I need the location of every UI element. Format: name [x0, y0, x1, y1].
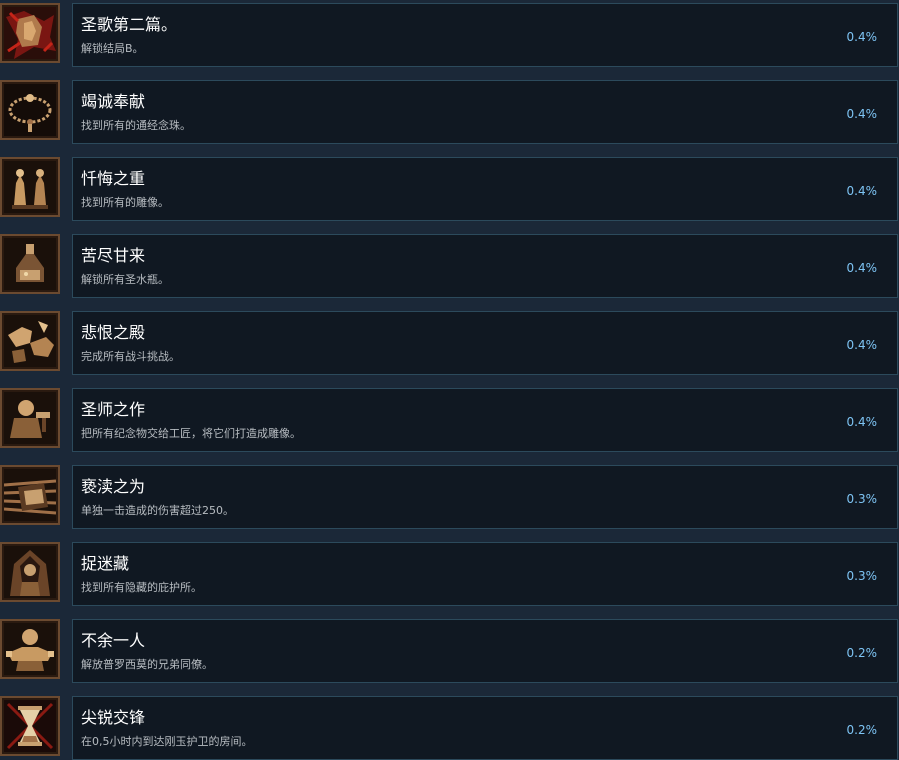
achievement-title: 竭诚奉献 — [81, 92, 146, 111]
achievement-description: 解放普罗西莫的兄弟同僚。 — [81, 658, 213, 671]
achievement-description: 解锁结局B。 — [81, 42, 144, 55]
achievement-description: 把所有纪念物交给工匠，将它们打造成雕像。 — [81, 427, 301, 440]
achievement-title: 圣师之作 — [81, 400, 146, 419]
achievement-row[interactable]: 竭诚奉献找到所有的通经念珠。 0.4% — [0, 77, 899, 144]
achievement-description: 找到所有的雕像。 — [81, 196, 169, 209]
achievement-row[interactable]: 悲恨之殿完成所有战斗挑战。 0.4% — [0, 308, 899, 375]
achievement-row[interactable]: 苦尽甘来解锁所有圣水瓶。 0.4% — [0, 231, 899, 298]
achievement-card: 捉迷藏找到所有隐藏的庇护所。 0.3% — [72, 542, 898, 606]
achievement-unlock-percent: 0.4% — [846, 261, 878, 275]
achievement-row[interactable]: 捉迷藏找到所有隐藏的庇护所。 0.3% — [0, 539, 899, 606]
achievement-description: 找到所有隐藏的庇护所。 — [81, 581, 202, 594]
achievement-unlock-percent: 0.2% — [846, 723, 878, 737]
achievement-card: 悲恨之殿完成所有战斗挑战。 0.4% — [72, 311, 898, 375]
bloody-hand-icon — [0, 3, 60, 63]
achievement-card: 不余一人解放普罗西莫的兄弟同僚。 0.2% — [72, 619, 898, 683]
achievement-title: 不余一人 — [81, 631, 146, 650]
achievement-unlock-percent: 0.3% — [846, 569, 878, 583]
achievement-title: 忏悔之重 — [81, 169, 146, 188]
rosary-beads-icon — [0, 80, 60, 140]
achievement-unlock-percent: 0.4% — [846, 415, 878, 429]
achievement-card: 圣师之作把所有纪念物交给工匠，将它们打造成雕像。 0.4% — [72, 388, 898, 452]
achievement-row[interactable]: 不余一人解放普罗西莫的兄弟同僚。 0.2% — [0, 616, 899, 683]
hooded-figure-icon — [0, 542, 60, 602]
achievement-title: 圣歌第二篇。 — [81, 15, 178, 34]
achievement-card: 亵渎之为单独一击造成的伤害超过250。 0.3% — [72, 465, 898, 529]
achievement-card: 忏悔之重找到所有的雕像。 0.4% — [72, 157, 898, 221]
achievement-row[interactable]: 亵渎之为单独一击造成的伤害超过250。 0.3% — [0, 462, 899, 529]
achievement-list: 圣歌第二篇。 解锁结局B。 0.4% 竭诚奉献 找到所有的通经念珠。 0.4% 忏悔之重 找到… — [0, 0, 899, 760]
achievement-title: 悲恨之殿 — [81, 323, 146, 342]
achievement-description: 单独一击造成的伤害超过250。 — [81, 504, 234, 517]
hourglass-icon — [0, 696, 60, 756]
achievement-row[interactable]: 尖锐交锋在0,5小时内到达刚玉护卫的房间。 0.2% — [0, 693, 899, 760]
achievement-title: 亵渎之为 — [81, 477, 146, 496]
achievement-title: 尖锐交锋 — [81, 708, 146, 727]
achievement-unlock-percent: 0.2% — [846, 646, 878, 660]
achievement-description: 找到所有的通经念珠。 — [81, 119, 191, 132]
achievement-description: 在0,5小时内到达刚玉护卫的房间。 — [81, 735, 253, 748]
artisan-icon — [0, 388, 60, 448]
achievement-row[interactable]: 圣师之作把所有纪念物交给工匠，将它们打造成雕像。 0.4% — [0, 385, 899, 452]
achievement-unlock-percent: 0.4% — [846, 184, 878, 198]
achievement-row[interactable]: 忏悔之重找到所有的雕像。 0.4% — [0, 154, 899, 221]
achievement-card: 尖锐交锋在0,5小时内到达刚玉护卫的房间。 0.2% — [72, 696, 898, 760]
achievement-title: 苦尽甘来 — [81, 246, 146, 265]
achievement-title: 捉迷藏 — [81, 554, 130, 573]
achievement-card: 苦尽甘来解锁所有圣水瓶。 0.4% — [72, 234, 898, 298]
achievement-description: 完成所有战斗挑战。 — [81, 350, 180, 363]
freed-prisoner-icon — [0, 619, 60, 679]
achievement-card: 圣歌第二篇。解锁结局B。 0.4% — [72, 3, 898, 67]
figurines-icon — [0, 157, 60, 217]
achievement-card: 竭诚奉献找到所有的通经念珠。 0.4% — [72, 80, 898, 144]
achievement-unlock-percent: 0.4% — [846, 338, 878, 352]
achievement-unlock-percent: 0.4% — [846, 30, 878, 44]
achievement-unlock-percent: 0.3% — [846, 492, 878, 506]
flask-icon — [0, 234, 60, 294]
achievement-row[interactable]: 圣歌第二篇。解锁结局B。 0.4% — [0, 0, 899, 67]
achievement-unlock-percent: 0.4% — [846, 107, 878, 121]
fists-icon — [0, 311, 60, 371]
sword-slash-icon — [0, 465, 60, 525]
achievement-description: 解锁所有圣水瓶。 — [81, 273, 169, 286]
